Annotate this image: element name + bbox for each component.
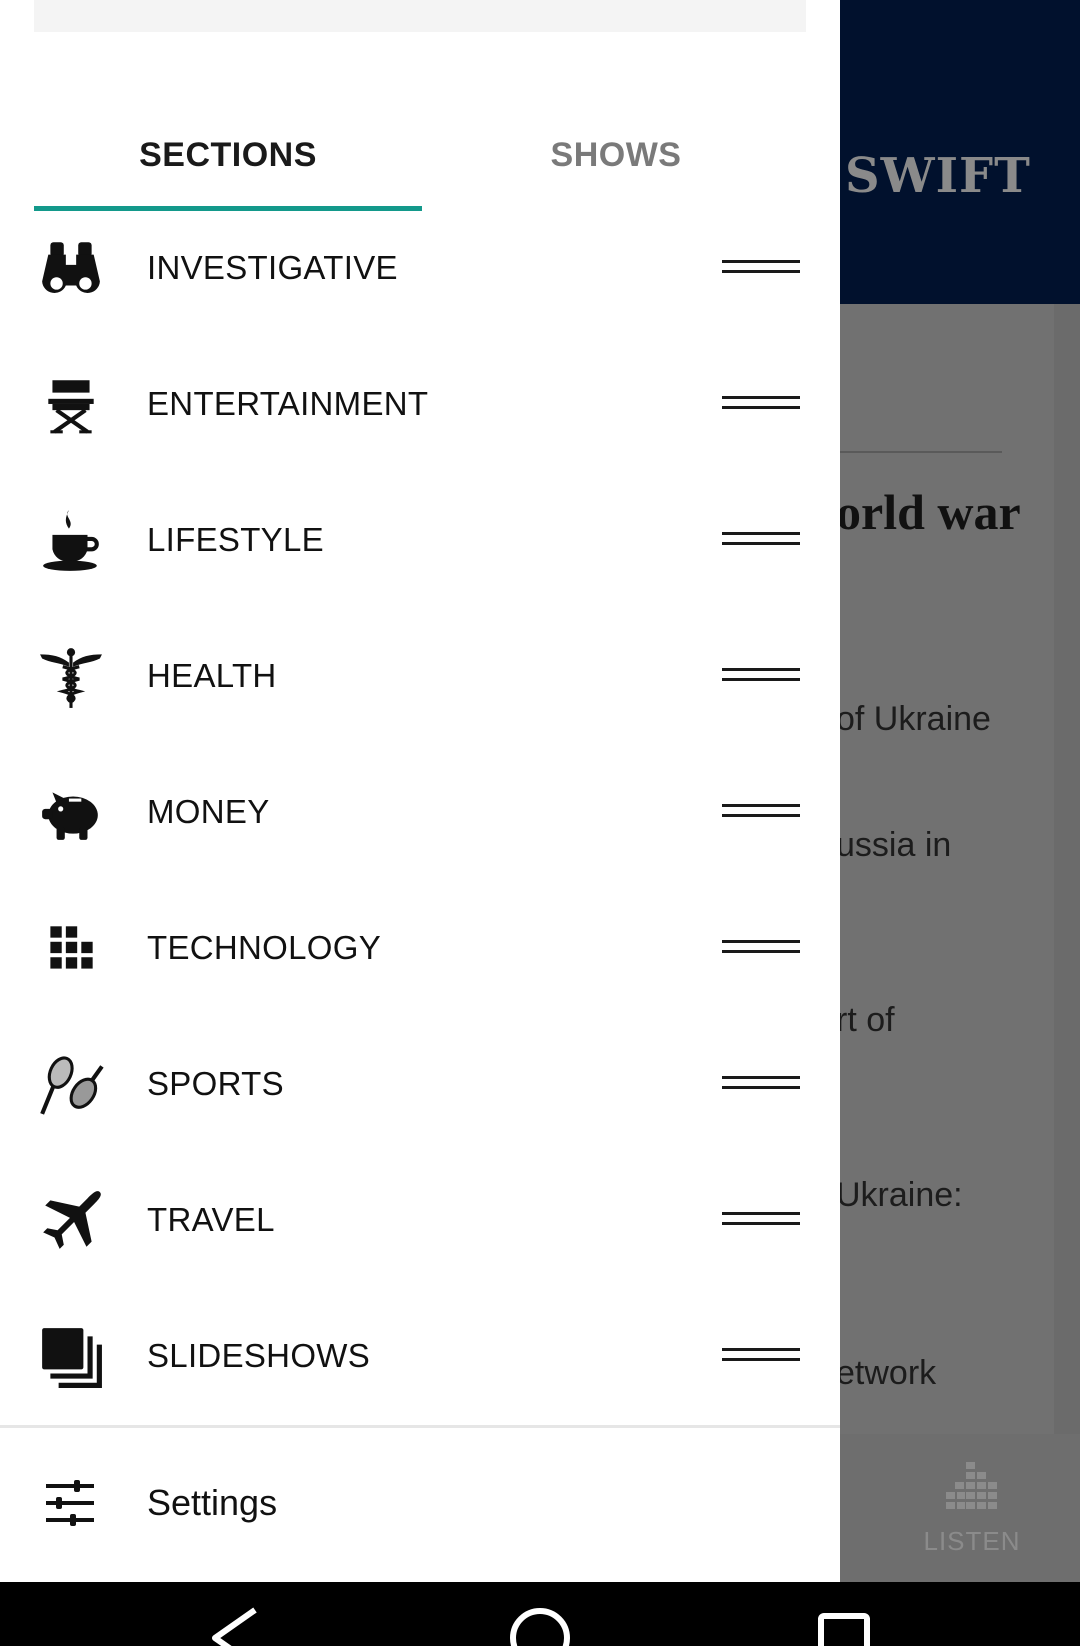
back-button[interactable]	[175, 1582, 295, 1646]
article-text-line: rt of	[836, 1001, 895, 1039]
section-item-technology[interactable]: TECHNOLOGY	[0, 880, 840, 1016]
article-headline: orld war	[836, 484, 1021, 540]
airplane-icon	[36, 1186, 106, 1256]
tab-sections[interactable]: SECTIONS	[34, 100, 422, 210]
settings-item[interactable]: Settings	[0, 1430, 840, 1576]
section-item-entertainment[interactable]: ENTERTAINMENT	[0, 336, 840, 472]
stacked-squares-icon	[36, 1322, 106, 1392]
drag-handle-icon[interactable]	[720, 258, 802, 278]
drag-handle-icon[interactable]	[720, 530, 802, 550]
drag-handle-icon[interactable]	[720, 1210, 802, 1230]
section-list: INVESTIGATIVE ENTERTAINMENT LIFESTYLE HE…	[0, 200, 840, 1424]
home-circle-icon	[510, 1608, 570, 1646]
article-card	[820, 304, 1054, 1434]
article-text-line: of Ukraine	[836, 700, 991, 738]
equalizer-grid-icon	[946, 1462, 997, 1509]
section-label: HEALTH	[147, 657, 277, 694]
sliders-icon	[46, 1480, 94, 1526]
section-item-lifestyle[interactable]: LIFESTYLE	[0, 472, 840, 608]
section-label: ENTERTAINMENT	[147, 385, 429, 422]
section-label: SPORTS	[147, 1065, 284, 1102]
recents-button[interactable]	[784, 1582, 904, 1646]
section-item-travel[interactable]: TRAVEL	[0, 1152, 840, 1288]
section-item-money[interactable]: MONEY	[0, 744, 840, 880]
section-item-investigative[interactable]: INVESTIGATIVE	[0, 200, 840, 336]
grid-icon	[36, 914, 106, 984]
drag-handle-icon[interactable]	[720, 802, 802, 822]
back-triangle-icon	[212, 1607, 257, 1646]
tennis-rackets-icon	[36, 1050, 106, 1120]
coffee-cup-icon	[36, 506, 106, 576]
recents-square-icon	[818, 1613, 870, 1646]
listen-tab-label[interactable]: LISTEN	[900, 1526, 1044, 1557]
tab-shows[interactable]: SHOWS	[422, 100, 810, 210]
section-label: TECHNOLOGY	[147, 929, 382, 966]
navigation-drawer: SECTIONS SHOWS INVESTIGATIVE ENTERTAINME…	[0, 0, 840, 1582]
article-divider	[836, 451, 1002, 453]
binoculars-icon	[36, 234, 106, 304]
section-label: SLIDESHOWS	[147, 1337, 371, 1374]
section-item-health[interactable]: HEALTH	[0, 608, 840, 744]
home-button[interactable]	[480, 1582, 600, 1646]
caduceus-icon	[36, 642, 106, 712]
system-nav-bar	[0, 1582, 1080, 1646]
directors-chair-icon	[36, 370, 106, 440]
section-item-sports[interactable]: SPORTS	[0, 1016, 840, 1152]
drag-handle-icon[interactable]	[720, 1074, 802, 1094]
section-item-slideshows[interactable]: SLIDESHOWS	[0, 1288, 840, 1424]
article-text-line: Ukraine:	[836, 1176, 963, 1214]
article-text-line: etwork	[836, 1354, 937, 1392]
piggy-bank-icon	[36, 778, 106, 848]
drag-handle-icon[interactable]	[720, 938, 802, 958]
drag-handle-icon[interactable]	[720, 1346, 802, 1366]
article-text-line: ussia in	[836, 826, 952, 864]
drawer-search-bar[interactable]	[34, 0, 806, 32]
drag-handle-icon[interactable]	[720, 394, 802, 414]
drag-handle-icon[interactable]	[720, 666, 802, 686]
drawer-tabs: SECTIONS SHOWS	[34, 100, 806, 211]
drawer-divider	[0, 1425, 840, 1428]
section-label: MONEY	[147, 793, 270, 830]
section-label: TRAVEL	[147, 1201, 275, 1238]
app-logo: SWIFT	[845, 148, 1031, 204]
section-label: LIFESTYLE	[147, 521, 324, 558]
section-label: INVESTIGATIVE	[147, 249, 398, 286]
settings-label: Settings	[147, 1482, 278, 1523]
